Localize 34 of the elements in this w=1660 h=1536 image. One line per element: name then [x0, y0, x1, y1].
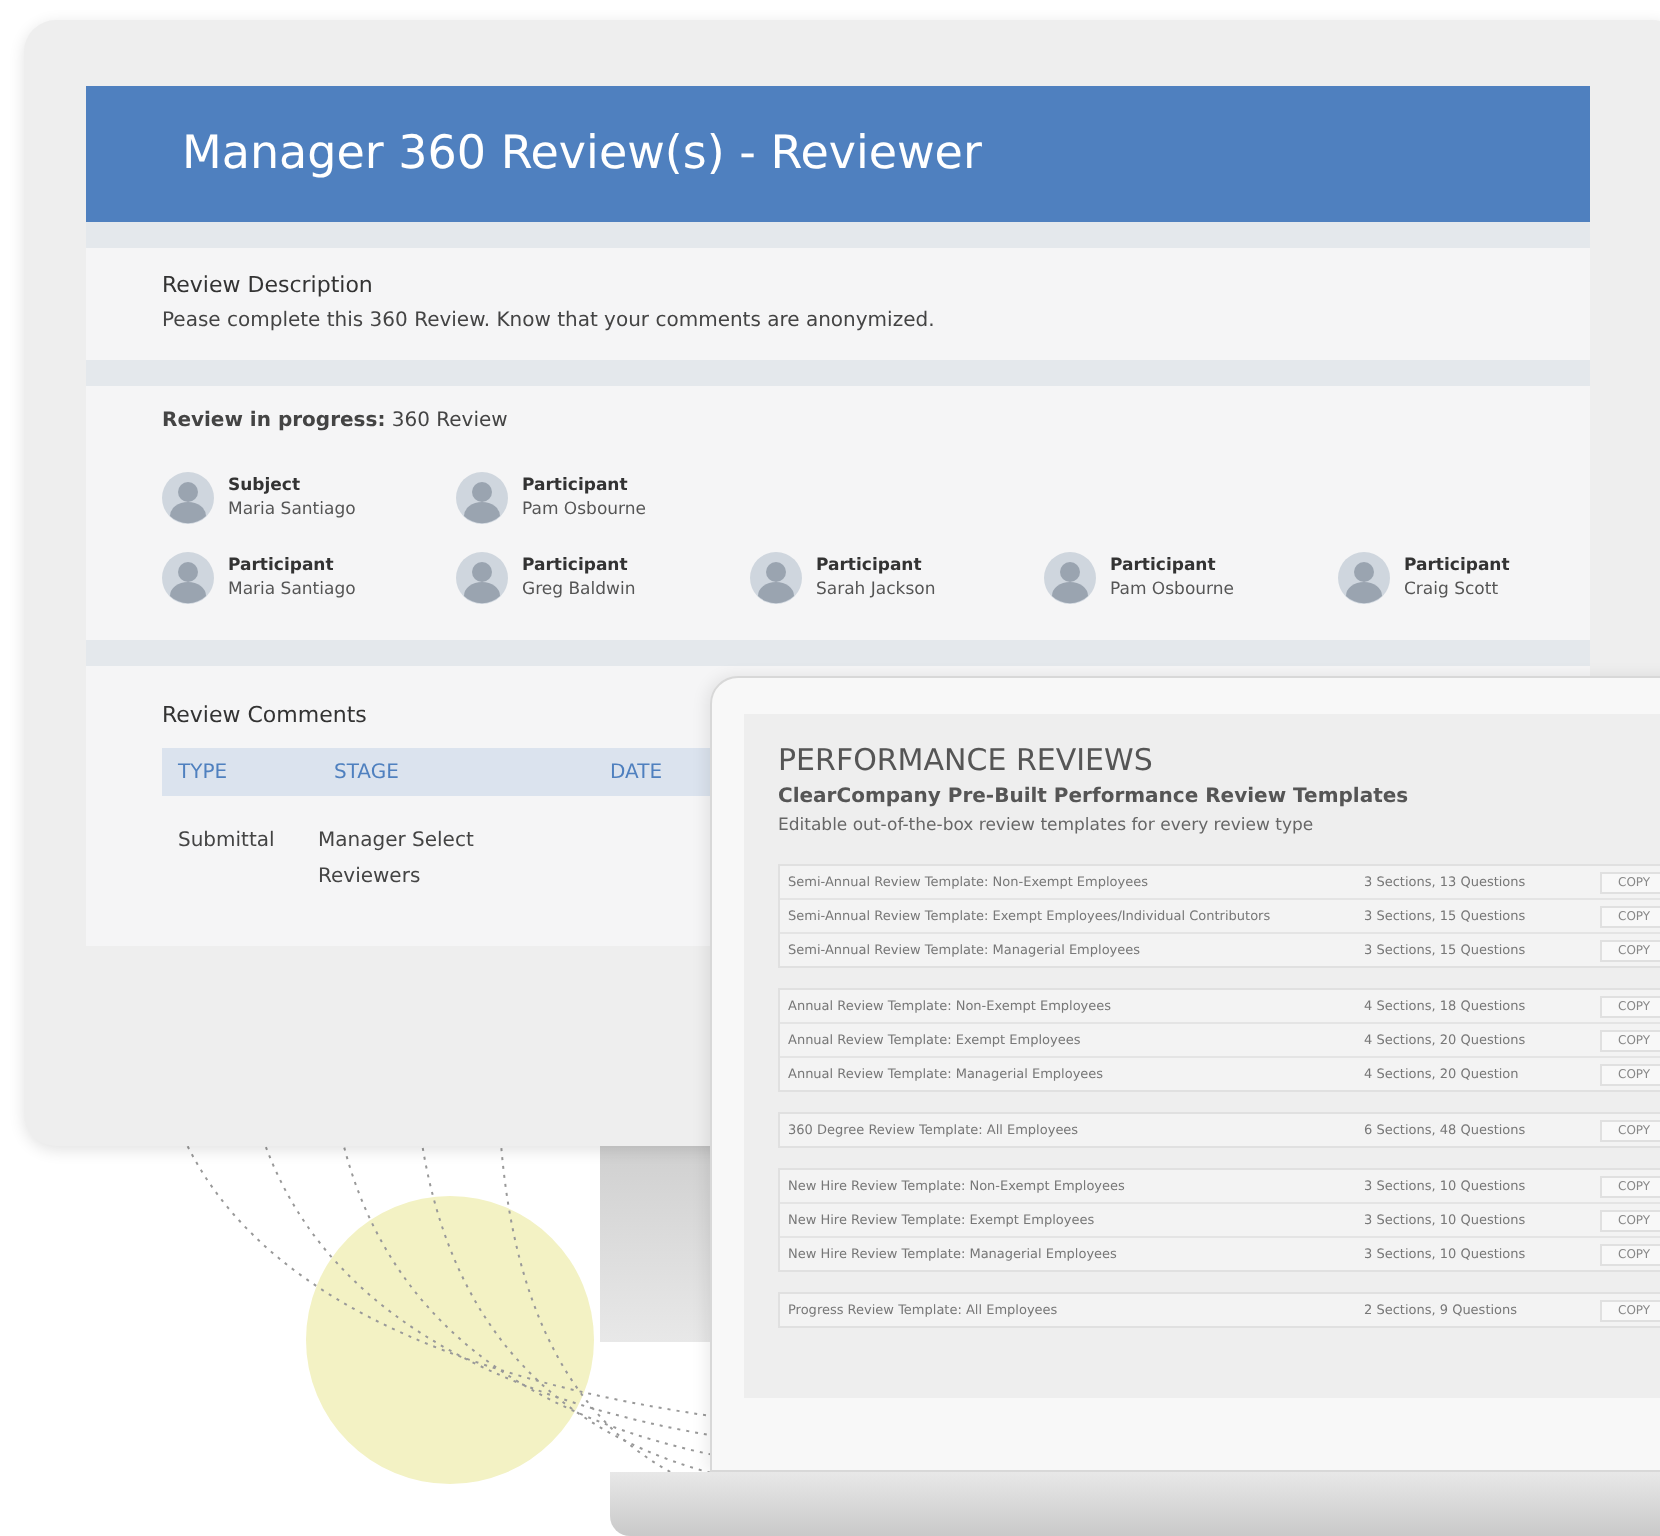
participant-name: Pam Osbourne: [522, 500, 646, 520]
table-cell-text: Submittal: [176, 828, 277, 856]
avatar-icon: [456, 552, 508, 604]
participant-role: Participant: [228, 556, 336, 576]
participant-name: Greg Baldwin: [522, 580, 636, 600]
avatar-icon: [162, 552, 214, 604]
column-header: DATE: [608, 761, 665, 783]
table-cell-text: Manager Select Reviewers: [316, 828, 476, 892]
participant-name: Maria Santiago: [228, 500, 356, 520]
avatar-icon: [750, 552, 802, 604]
section-heading: Review Description: [162, 272, 375, 298]
participant-name: Sarah Jackson: [816, 580, 936, 600]
avatar-icon: [162, 472, 214, 524]
page-title: Manager 360 Review(s) - Reviewer: [86, 86, 1590, 222]
participant-role: Participant: [1404, 556, 1510, 576]
section-heading: Review Comments: [162, 702, 369, 728]
avatar-icon: [1044, 552, 1096, 604]
participant-name: Maria Santiago: [228, 580, 356, 600]
participant-role: Participant: [522, 476, 630, 496]
participant-role: Participant: [522, 556, 630, 576]
screen-subtitle: ClearCompany Pre-Built Performance Review Templates: [778, 786, 1411, 808]
screen-tagline: Editable out-of-the-box review templates for every review type: [778, 816, 1316, 836]
participant-role: Subject: [228, 476, 303, 496]
participant-role: Participant: [816, 556, 924, 576]
participant-name: Pam Osbourne: [1110, 580, 1234, 600]
avatar-icon: [456, 472, 508, 524]
avatar-icon: [1338, 552, 1390, 604]
participant-role: Participant: [1110, 556, 1218, 576]
column-header: TYPE: [176, 761, 230, 783]
column-header: STAGE: [332, 761, 401, 783]
screen-title: PERFORMANCE REVIEWS: [778, 742, 1155, 778]
progress-text: Review in progress: 360 Review: [162, 410, 510, 432]
participant-name: Craig Scott: [1404, 580, 1501, 600]
description-text: Pease complete this 360 Review. Know that your comments are anonymized.: [162, 310, 937, 332]
